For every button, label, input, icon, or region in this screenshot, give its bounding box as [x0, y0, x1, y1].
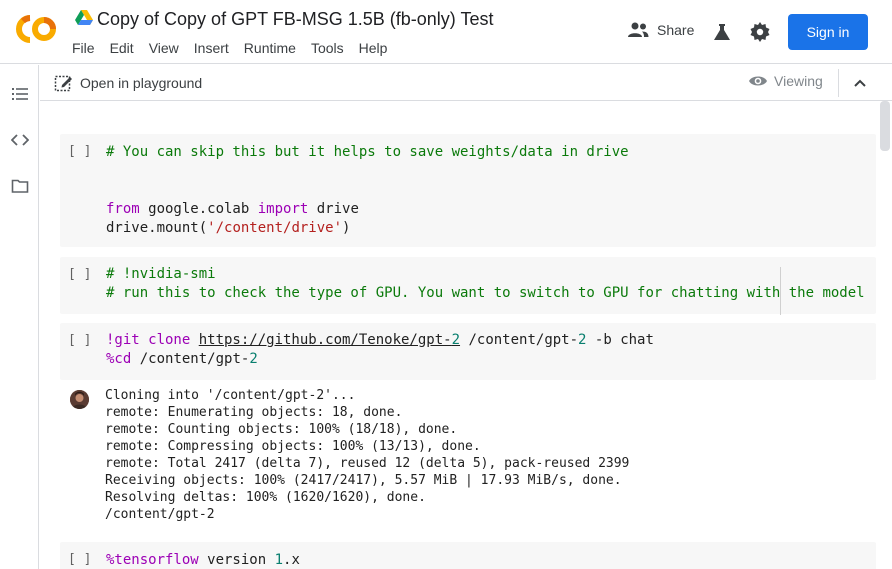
cell-code[interactable]: !git clone https://github.com/Tenoke/gpt…: [106, 331, 654, 369]
code-token: version: [198, 552, 275, 568]
code-magic: %tensorflow: [106, 552, 199, 568]
viewing-label: Viewing: [774, 73, 823, 89]
google-drive-icon: [75, 10, 93, 25]
cell-code[interactable]: # You can skip this but it helps to save…: [106, 143, 629, 238]
folder-icon[interactable]: [11, 177, 29, 195]
code-token: /content/gpt-: [131, 351, 250, 367]
left-rail: [0, 65, 39, 569]
output-line: Resolving deltas: 100% (1620/1620), done…: [105, 490, 426, 505]
code-keyword: from: [106, 201, 140, 217]
people-icon: [628, 22, 649, 37]
line-length-ruler: [780, 267, 781, 315]
eye-icon: [749, 76, 767, 86]
menu-insert[interactable]: Insert: [194, 40, 229, 56]
code-number: 2: [249, 351, 258, 367]
code-line: # !nvidia-smi: [106, 266, 216, 282]
run-cell-button[interactable]: [ ]: [68, 333, 91, 348]
scrollbar-track[interactable]: [877, 101, 892, 569]
avatar-image: [70, 390, 89, 409]
toolbar-divider: [838, 69, 839, 97]
menu-tools[interactable]: Tools: [311, 40, 344, 56]
app-header: Copy of Copy of GPT FB-MSG 1.5B (fb-only…: [0, 0, 892, 64]
viewing-status[interactable]: Viewing: [748, 73, 823, 89]
menu-runtime[interactable]: Runtime: [244, 40, 296, 56]
code-number: 1: [274, 552, 284, 568]
share-button[interactable]: Share: [627, 22, 694, 38]
chevron-up-icon[interactable]: [852, 75, 868, 91]
playground-edit-icon: [54, 75, 72, 92]
colab-logo[interactable]: [14, 12, 58, 46]
menu-bar: File Edit View Insert Runtime Tools Help: [72, 40, 402, 56]
code-link[interactable]: https://github.com/Tenoke/gpt-2: [199, 332, 460, 348]
menu-help[interactable]: Help: [359, 40, 388, 56]
code-token: ): [342, 220, 351, 236]
notebook-toolbar: Open in playground Viewing: [40, 65, 892, 101]
notebook-title[interactable]: Copy of Copy of GPT FB-MSG 1.5B (fb-only…: [97, 9, 493, 30]
code-token: /content/gpt-: [460, 332, 579, 348]
flask-icon[interactable]: [712, 22, 732, 42]
code-cell[interactable]: [ ] # You can skip this but it helps to …: [60, 134, 876, 247]
playground-label: Open in playground: [80, 75, 203, 91]
avatar[interactable]: [70, 390, 89, 409]
output-line: /content/gpt-2: [105, 507, 215, 522]
menu-edit[interactable]: Edit: [110, 40, 134, 56]
code-token: .x: [283, 552, 300, 568]
code-snippets-icon[interactable]: [11, 131, 29, 149]
code-line: # You can skip this but it helps to save…: [106, 144, 629, 160]
code-cell[interactable]: [ ] %tensorflow version 1.x: [60, 542, 876, 569]
code-magic: %cd: [106, 351, 132, 367]
code-cell[interactable]: [ ] # !nvidia-smi # run this to check th…: [60, 257, 876, 315]
table-of-contents-icon[interactable]: [11, 85, 29, 103]
code-token: !git clone: [106, 332, 199, 348]
output-line: remote: Counting objects: 100% (18/18), …: [105, 422, 458, 437]
share-label: Share: [657, 22, 695, 38]
cell-code[interactable]: # !nvidia-smi # run this to check the ty…: [106, 265, 865, 303]
output-line: remote: Total 2417 (delta 7), reused 12 …: [105, 456, 630, 471]
run-cell-button[interactable]: [ ]: [68, 144, 91, 159]
output-line: remote: Enumerating objects: 18, done.: [105, 405, 403, 420]
sign-in-button[interactable]: Sign in: [788, 14, 868, 50]
output-text: Cloning into '/content/gpt-2'... remote:…: [105, 387, 629, 523]
menu-view[interactable]: View: [149, 40, 179, 56]
code-token: drive.mount(: [106, 220, 208, 236]
scrollbar-thumb[interactable]: [880, 101, 890, 151]
cell-output: Cloning into '/content/gpt-2'... remote:…: [60, 387, 876, 529]
open-in-playground-button[interactable]: Open in playground: [54, 73, 202, 93]
code-token: google.colab: [139, 201, 258, 217]
cell-code[interactable]: %tensorflow version 1.x: [106, 551, 300, 569]
gear-icon[interactable]: [750, 22, 770, 42]
code-token: drive: [308, 201, 359, 217]
code-line: # run this to check the type of GPU. You…: [106, 285, 865, 301]
output-line: remote: Compressing objects: 100% (13/13…: [105, 439, 481, 454]
menu-file[interactable]: File: [72, 40, 95, 56]
run-cell-button[interactable]: [ ]: [68, 267, 91, 282]
output-line: Receiving objects: 100% (2417/2417), 5.5…: [105, 473, 622, 488]
code-keyword: import: [257, 201, 309, 217]
output-line: Cloning into '/content/gpt-2'...: [105, 388, 356, 403]
code-number: 2: [451, 332, 461, 348]
code-cell[interactable]: [ ] !git clone https://github.com/Tenoke…: [60, 323, 876, 380]
code-token: -b chat: [586, 332, 654, 348]
code-string: '/content/drive': [207, 220, 343, 236]
code-link-text: https://github.com/Tenoke/gpt-: [198, 332, 452, 348]
run-cell-button[interactable]: [ ]: [68, 552, 91, 567]
